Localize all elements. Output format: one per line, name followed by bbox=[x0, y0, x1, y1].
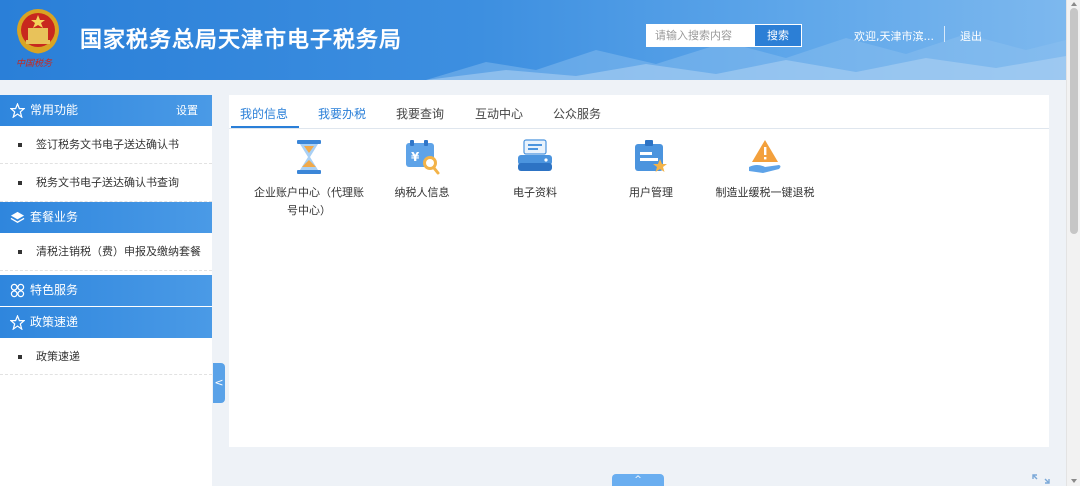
star-icon bbox=[10, 315, 25, 330]
taxpayer-info-icon: ¥ bbox=[406, 140, 440, 175]
sidebar-section-title: 政策速递 bbox=[30, 315, 79, 329]
logout-link[interactable]: 退出 bbox=[960, 28, 982, 44]
tile-enterprise-account-center[interactable]: 企业账户中心（代理账号中心） bbox=[251, 137, 367, 220]
tab-query[interactable]: 我要查询 bbox=[396, 105, 444, 122]
tab-my-info[interactable]: 我的信息 bbox=[240, 105, 288, 122]
tab-tax-handling[interactable]: 我要办税 bbox=[318, 105, 366, 122]
scroll-up-arrow-icon[interactable] bbox=[1071, 2, 1077, 6]
user-manage-icon bbox=[635, 140, 667, 172]
welcome-user-link[interactable]: 欢迎,天津市滨... bbox=[854, 28, 934, 44]
sidebar-item-policy-express[interactable]: 政策速递 bbox=[0, 338, 212, 375]
active-tab-indicator bbox=[231, 126, 299, 128]
sidebar-section-common[interactable]: 常用功能 设置 bbox=[0, 95, 212, 126]
sidebar-section-policy[interactable]: 政策速递 bbox=[0, 307, 212, 338]
settings-link[interactable]: 设置 bbox=[176, 95, 198, 126]
tile-label: 电子资料 bbox=[513, 186, 557, 199]
sidebar-section-featured[interactable]: 特色服务 bbox=[0, 275, 212, 306]
warning-hand-icon bbox=[749, 140, 781, 173]
tile-label: 企业账户中心（代理账号中心） bbox=[254, 186, 364, 217]
search-button[interactable]: 搜索 bbox=[754, 24, 802, 47]
page-scrollbar[interactable] bbox=[1066, 0, 1080, 486]
sidebar-item-sign-confirmation[interactable]: 签订税务文书电子送达确认书 bbox=[0, 126, 212, 164]
tile-manufacturing-tax-refund[interactable]: 制造业缓税一键退税 bbox=[713, 137, 817, 202]
sidebar-section-package[interactable]: 套餐业务 bbox=[0, 202, 212, 233]
tile-label: 纳税人信息 bbox=[394, 186, 450, 199]
search-input[interactable] bbox=[646, 24, 754, 47]
sidebar-section-title: 套餐业务 bbox=[30, 210, 79, 224]
tile-label: 用户管理 bbox=[629, 186, 673, 199]
scrollbar-thumb[interactable] bbox=[1070, 8, 1078, 234]
site-title: 国家税务总局天津市电子税务局 bbox=[80, 28, 403, 53]
main-panel: 我的信息 我要办税 我要查询 互动中心 公众服务 企业账户中心（代理账号中心） … bbox=[229, 95, 1049, 447]
layers-icon bbox=[10, 211, 25, 223]
star-icon bbox=[10, 103, 25, 118]
tile-user-management[interactable]: 用户管理 bbox=[621, 137, 681, 202]
sidebar-section-title: 常用功能 bbox=[30, 103, 79, 117]
site-header: 中国税务 国家税务总局天津市电子税务局 搜索 欢迎,天津市滨... 退出 bbox=[0, 0, 1066, 80]
grid-circles-icon bbox=[10, 283, 25, 298]
hourglass-icon bbox=[297, 140, 321, 174]
tile-label: 制造业缓税一键退税 bbox=[715, 186, 815, 199]
sidebar: 常用功能 设置 签订税务文书电子送达确认书 税务文书电子送达确认书查询 套餐业务… bbox=[0, 95, 212, 486]
bottom-expand-tab[interactable]: ^ bbox=[612, 474, 664, 486]
tab-public-service[interactable]: 公众服务 bbox=[553, 105, 601, 122]
tile-electronic-materials[interactable]: 电子资料 bbox=[505, 137, 565, 202]
scroll-down-arrow-icon[interactable] bbox=[1071, 479, 1077, 483]
tab-interaction[interactable]: 互动中心 bbox=[475, 105, 523, 122]
fullscreen-expand-icon[interactable] bbox=[1032, 474, 1050, 484]
sidebar-section-title: 特色服务 bbox=[30, 283, 79, 297]
sidebar-item-confirmation-query[interactable]: 税务文书电子送达确认书查询 bbox=[0, 164, 212, 202]
tab-bar: 我的信息 我要办税 我要查询 互动中心 公众服务 bbox=[229, 95, 1049, 129]
scanner-icon bbox=[518, 139, 552, 171]
emblem-caption: 中国税务 bbox=[16, 59, 53, 69]
svg-text:¥: ¥ bbox=[411, 150, 420, 164]
sidebar-collapse-button[interactable]: < bbox=[213, 363, 225, 403]
tile-taxpayer-info[interactable]: ¥ 纳税人信息 bbox=[387, 137, 457, 202]
header-divider bbox=[944, 26, 945, 42]
sidebar-item-deregistration-package[interactable]: 清税注销税（费）申报及缴纳套餐 bbox=[0, 233, 212, 271]
